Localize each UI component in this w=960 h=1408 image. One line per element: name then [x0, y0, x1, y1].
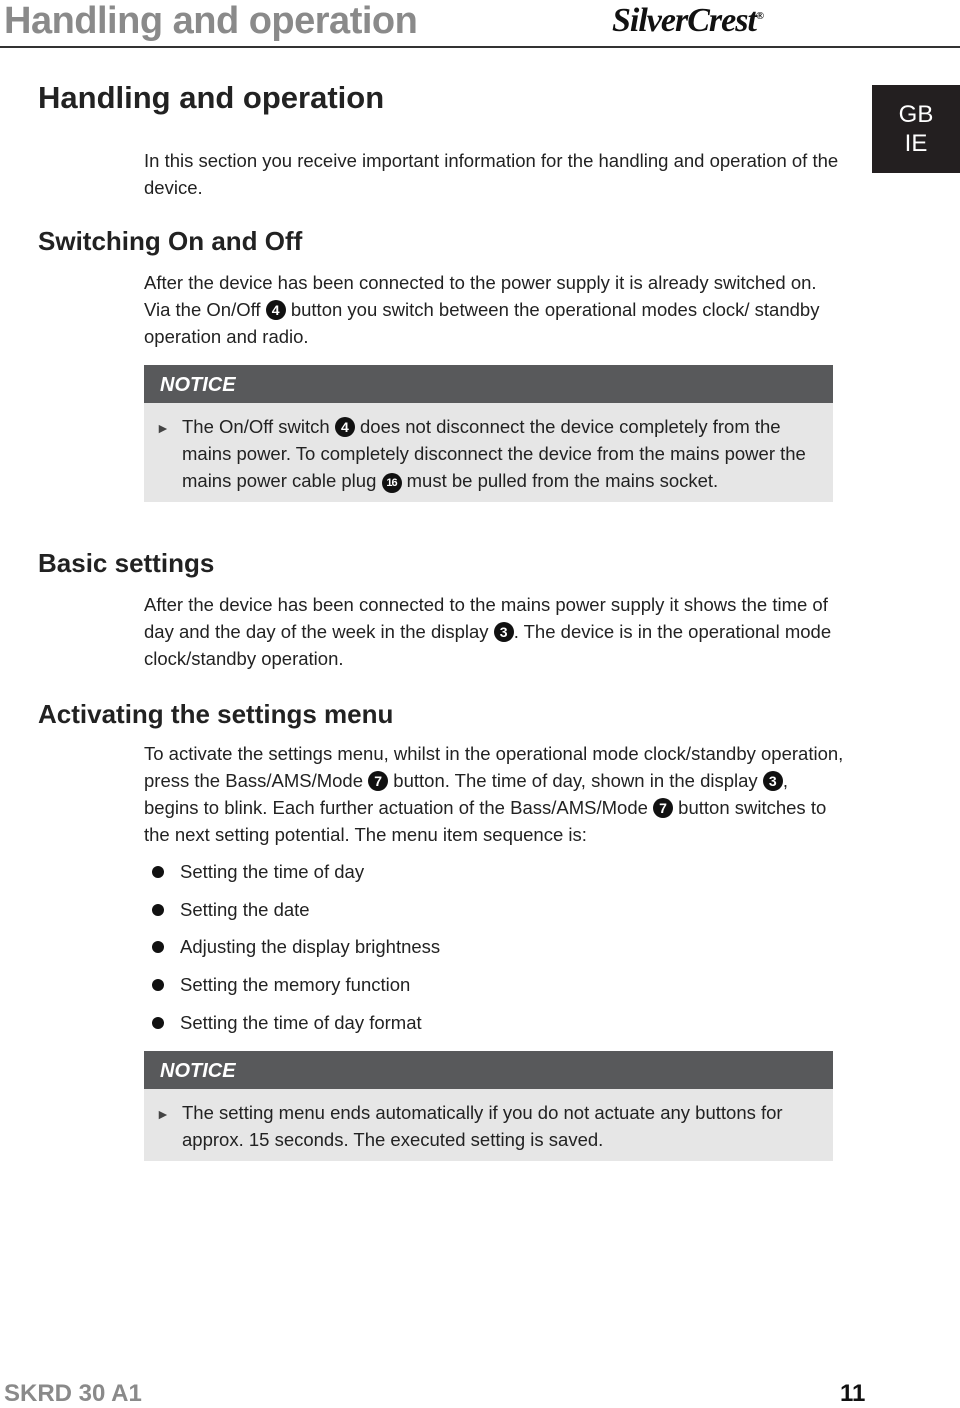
notice-body: ► The On/Off switch 4 does not disconnec… [156, 416, 806, 493]
ref-marker: 3 [493, 622, 514, 642]
switching-heading: Switching On and Off [38, 226, 303, 256]
brand-name: SilverCrest [612, 2, 757, 39]
ref-marker: 4 [334, 417, 355, 437]
header-divider [0, 46, 960, 48]
page-number: 11 [840, 1380, 866, 1407]
list-item: Adjusting the display brightness [150, 933, 440, 971]
basic-settings-heading: Basic settings [38, 548, 215, 578]
language-code-ie: IE [904, 130, 928, 157]
ref-marker: 16 [381, 473, 402, 493]
language-code-gb: GB [898, 101, 934, 128]
bullet-icon [152, 903, 164, 916]
activating-heading: Activating the settings menu [38, 699, 394, 729]
notice-label: NOTICE [144, 1051, 833, 1089]
ref-marker: 7 [653, 798, 674, 818]
list-item: Setting the time of day format [150, 1009, 440, 1047]
footer-model: SKRD 30 A1 [4, 1380, 142, 1407]
registered-mark: ® [755, 10, 764, 22]
switching-paragraph: After the device has been connected to t… [144, 272, 820, 347]
list-item: Setting the memory function [150, 971, 440, 1009]
arrow-right-icon: ► [156, 420, 170, 436]
notice-label: NOTICE [144, 365, 833, 403]
section-title: Handling and operation [38, 80, 385, 115]
menu-sequence-list: Setting the time of day Setting the date… [150, 858, 440, 1046]
ref-marker: 3 [762, 771, 783, 791]
intro-paragraph: In this section you receive important in… [144, 150, 839, 198]
brand-logo: SilverCrest® [612, 2, 764, 40]
ref-marker: 4 [265, 300, 286, 320]
activating-paragraph: To activate the settings menu, whilst in… [144, 743, 844, 845]
notice-body: ► The setting menu ends automatically if… [156, 1102, 783, 1150]
bullet-icon [152, 1016, 164, 1029]
ref-marker: 7 [368, 771, 389, 791]
bullet-icon [152, 866, 164, 878]
bullet-icon [152, 979, 164, 992]
list-item: Setting the time of day [150, 858, 440, 896]
basic-settings-paragraph: After the device has been connected to t… [144, 594, 832, 669]
list-item: Setting the date [150, 896, 440, 934]
notice-box: NOTICE ► The On/Off switch 4 does not di… [144, 365, 833, 502]
language-badge: GB IE [872, 85, 960, 173]
arrow-right-icon: ► [156, 1106, 170, 1122]
bullet-icon [152, 941, 164, 954]
header-title: Handling and operation [4, 0, 418, 42]
notice-box: NOTICE ► The setting menu ends automatic… [144, 1051, 833, 1161]
